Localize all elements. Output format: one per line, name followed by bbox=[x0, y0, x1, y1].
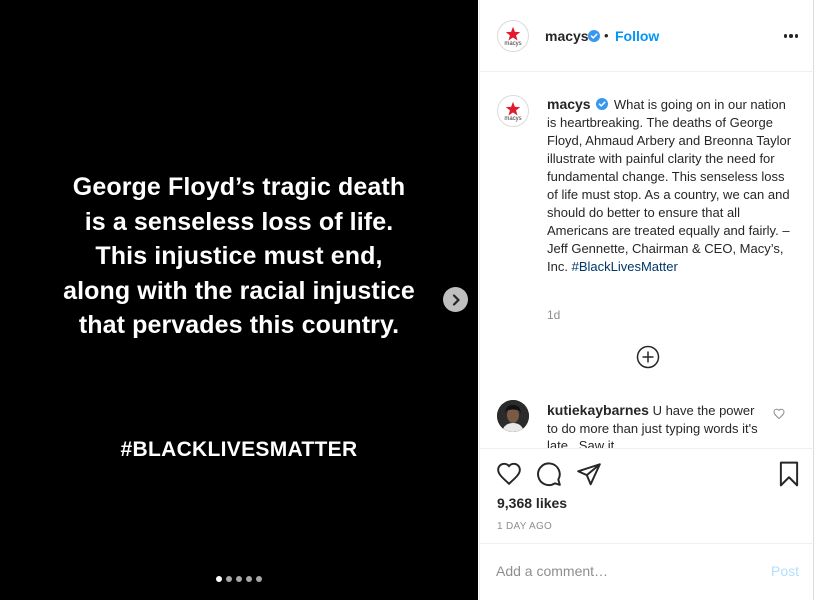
post-actions: 9,368 likes 1 DAY AGO bbox=[480, 448, 815, 543]
carousel-indicator bbox=[0, 576, 478, 582]
likes-count[interactable]: 9,368 likes bbox=[497, 495, 567, 511]
post-caption: macys What is going on in our nation is … bbox=[547, 95, 792, 276]
comment-username[interactable]: kutiekaybarnes bbox=[547, 402, 649, 418]
header-separator: • bbox=[604, 28, 609, 43]
media-quote-line: George Floyd’s tragic death bbox=[72, 173, 406, 201]
heart-icon[interactable] bbox=[496, 461, 522, 487]
more-options-icon[interactable] bbox=[780, 26, 802, 46]
carousel-next-button[interactable] bbox=[443, 287, 468, 312]
comment-body: kutiekaybarnes U have the power to do mo… bbox=[547, 402, 762, 448]
comment-input[interactable] bbox=[496, 560, 746, 582]
logo-wordmark: macys bbox=[504, 115, 522, 122]
user-photo-icon bbox=[497, 400, 529, 432]
header-username[interactable]: macys bbox=[545, 28, 589, 44]
more-dot bbox=[794, 34, 799, 38]
media-hashtag: #BLACKLIVESMATTER bbox=[120, 438, 358, 461]
load-more-comments-icon[interactable] bbox=[636, 345, 660, 369]
more-dot bbox=[789, 34, 793, 38]
post-date: 1 DAY AGO bbox=[497, 521, 553, 532]
carousel-dot bbox=[236, 576, 242, 582]
media-quote: George Floyd’s tragic death is a sensele… bbox=[0, 170, 478, 343]
follow-button[interactable]: Follow bbox=[615, 28, 659, 44]
verified-badge-icon bbox=[596, 98, 609, 110]
comment-item: kutiekaybarnes U have the power to do mo… bbox=[480, 398, 815, 448]
macys-star-logo-icon bbox=[505, 26, 521, 41]
avatar[interactable] bbox=[497, 400, 529, 432]
carousel-dot bbox=[226, 576, 232, 582]
add-comment-bar: Post bbox=[480, 543, 815, 600]
caption-hashtag-link[interactable]: #BlackLivesMatter bbox=[572, 259, 678, 274]
post-header: macys macys • Follow bbox=[480, 0, 815, 72]
caption-text: What is going on in our nation is heartb… bbox=[547, 97, 792, 274]
post-media[interactable]: George Floyd’s tragic death is a sensele… bbox=[0, 0, 478, 600]
media-quote-line: is a senseless loss of life. bbox=[84, 207, 394, 236]
chevron-right-icon bbox=[452, 293, 460, 306]
media-quote-line: This injustice must end, bbox=[95, 242, 383, 270]
more-dot bbox=[783, 34, 788, 38]
media-quote-line: that pervades this country. bbox=[78, 311, 400, 339]
comment-icon[interactable] bbox=[536, 461, 562, 487]
bookmark-icon[interactable] bbox=[776, 461, 802, 487]
caption-time-ago: 1d bbox=[547, 308, 561, 322]
caption-username[interactable]: macys bbox=[547, 96, 591, 112]
post-button[interactable]: Post bbox=[771, 563, 799, 579]
carousel-dot bbox=[256, 576, 262, 582]
share-icon[interactable] bbox=[576, 461, 602, 487]
carousel-dot bbox=[246, 576, 252, 582]
caption-avatar[interactable]: macys bbox=[497, 95, 529, 127]
macys-avatar[interactable]: macys bbox=[497, 20, 529, 52]
heart-icon[interactable] bbox=[773, 408, 785, 420]
macys-star-logo-icon bbox=[505, 101, 521, 116]
media-quote-line: along with the racial injustice bbox=[63, 276, 415, 305]
logo-wordmark: macys bbox=[504, 40, 522, 47]
verified-badge-icon bbox=[588, 30, 600, 42]
post-side-panel: macys macys • Follow macys macys What is… bbox=[479, 0, 815, 600]
carousel-dot bbox=[216, 576, 222, 582]
